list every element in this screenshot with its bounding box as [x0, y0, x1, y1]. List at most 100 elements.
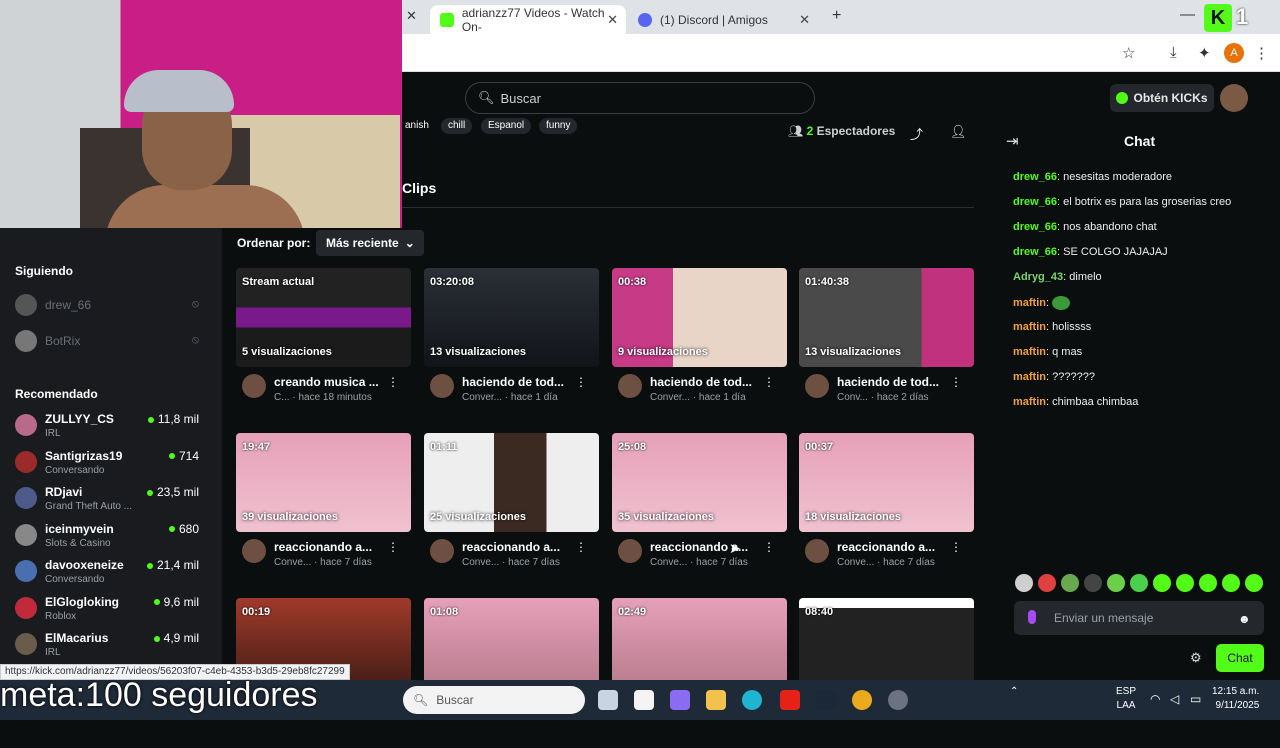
collapse-chat-icon[interactable]: ⇥	[1006, 132, 1019, 150]
volume-icon[interactable]: ◁	[1170, 692, 1179, 706]
new-tab-button[interactable]: +	[832, 7, 841, 25]
avatar[interactable]	[430, 539, 454, 563]
clip-title[interactable]: haciendo de tod...	[462, 375, 564, 389]
clip-card[interactable]: Stream actual 5 visualizaciones creando mu…	[236, 268, 411, 418]
steam-icon[interactable]	[816, 690, 836, 710]
menu-icon[interactable]: ⋮	[1254, 44, 1269, 62]
clip-category[interactable]: Conve...	[650, 557, 687, 568]
avatar[interactable]	[242, 539, 266, 563]
copilot-icon[interactable]	[670, 690, 690, 710]
avatar[interactable]	[805, 539, 829, 563]
avatar[interactable]	[430, 374, 454, 398]
clip-thumbnail[interactable]: 19:47 39 visualizaciones	[236, 433, 411, 532]
more-options-icon[interactable]: ⋮	[575, 540, 587, 554]
chat-username[interactable]: drew_66	[1013, 221, 1057, 233]
avatar[interactable]	[618, 374, 642, 398]
chat-username[interactable]: maftin	[1013, 371, 1046, 383]
send-chat-button[interactable]: Chat	[1216, 644, 1264, 672]
task-view-icon[interactable]	[598, 690, 618, 710]
clip-category[interactable]: Conve...	[462, 557, 499, 568]
clip-title[interactable]: haciendo de tod...	[837, 375, 939, 389]
emote-icon[interactable]	[1107, 574, 1125, 592]
wifi-icon[interactable]: ◠	[1150, 692, 1160, 706]
search-input[interactable]: 🔍︎ Buscar	[465, 82, 815, 114]
sidebar-item-recommended[interactable]: RDjavi Grand Theft Auto ... 23,5 mil	[15, 485, 205, 519]
profile-avatar[interactable]: A	[1224, 43, 1244, 63]
emote-icon[interactable]	[1176, 574, 1194, 592]
avatar[interactable]	[805, 374, 829, 398]
clip-card[interactable]: 00:37 18 visualizaciones reaccionando a...…	[799, 433, 974, 583]
share-icon[interactable]: ⤴	[910, 124, 923, 143]
close-tab-icon[interactable]: ✕	[406, 8, 417, 24]
clip-category[interactable]: Conv...	[837, 392, 868, 403]
clip-title[interactable]: haciendo de tod...	[650, 375, 752, 389]
clip-thumbnail[interactable]: 01:11 25 visualizaciones	[424, 433, 599, 532]
emote-icon[interactable]	[1222, 574, 1240, 592]
battery-icon[interactable]: ▭	[1190, 692, 1201, 706]
clip-title[interactable]: reaccionando a...	[274, 540, 372, 554]
extensions-icon[interactable]: ✦	[1198, 44, 1211, 62]
user-avatar[interactable]	[1220, 84, 1248, 112]
emote-icon[interactable]	[1130, 574, 1148, 592]
chat-username[interactable]: drew_66	[1013, 171, 1057, 183]
chat-username[interactable]: maftin	[1013, 396, 1046, 408]
clip-category[interactable]: Conver...	[650, 392, 690, 403]
avatar[interactable]	[242, 374, 266, 398]
tag-pill[interactable]: chill	[441, 118, 473, 134]
edge-icon[interactable]	[742, 690, 762, 710]
bookmark-star-icon[interactable]: ☆	[1122, 44, 1135, 62]
chat-username[interactable]: drew_66	[1013, 246, 1057, 258]
emote-icon[interactable]	[1199, 574, 1217, 592]
clip-title[interactable]: reaccionando a...	[462, 540, 560, 554]
obtain-kicks-button[interactable]: Obtén KICKs	[1110, 84, 1214, 112]
emote-icon[interactable]	[1153, 574, 1171, 592]
sidebar-item-recommended[interactable]: ElMacarius IRL 4,9 mil	[15, 631, 205, 665]
sidebar-item-recommended[interactable]: Santigrizas19 Conversando 714	[15, 449, 205, 483]
emote-icon[interactable]	[1015, 574, 1033, 592]
clip-category[interactable]: Conve...	[837, 557, 874, 568]
sidebar-item-following[interactable]: BotRix ⦸	[15, 328, 205, 362]
clip-card[interactable]: 03:20:08 13 visualizaciones haciendo de to…	[424, 268, 599, 418]
sort-dropdown[interactable]: Más reciente ⌄	[316, 230, 424, 256]
tag-pill[interactable]: funny	[539, 118, 578, 134]
emote-icon[interactable]	[1061, 574, 1079, 592]
avatar[interactable]	[618, 539, 642, 563]
chat-username[interactable]: maftin	[1013, 297, 1046, 309]
download-icon[interactable]: ⤓	[1170, 44, 1177, 61]
more-options-icon[interactable]: ⋮	[387, 375, 399, 389]
chat-username[interactable]: drew_66	[1013, 196, 1057, 208]
close-icon[interactable]: ✕	[607, 12, 618, 28]
tag-pill[interactable]: Espanol	[481, 118, 532, 134]
gear-icon[interactable]: ⚙	[1190, 650, 1202, 666]
clip-thumbnail[interactable]: 00:37 18 visualizaciones	[799, 433, 974, 532]
chat-username[interactable]: maftin	[1013, 321, 1046, 333]
more-options-icon[interactable]: ⋮	[387, 540, 399, 554]
mic-icon[interactable]	[1028, 610, 1036, 624]
clip-card[interactable]: 19:47 39 visualizaciones reaccionando a...…	[236, 433, 411, 583]
clip-thumbnail[interactable]: Stream actual 5 visualizaciones	[236, 268, 411, 367]
tab-discord[interactable]: (1) Discord | Amigos ✕	[628, 5, 818, 34]
clip-thumbnail[interactable]: 25:08 35 visualizaciones	[612, 433, 787, 532]
app-icon[interactable]	[888, 690, 908, 710]
sidebar-item-recommended[interactable]: iceinmyvein Slots & Casino 680	[15, 522, 205, 556]
emote-icon[interactable]	[1084, 574, 1102, 592]
emote-icon[interactable]	[1245, 574, 1263, 592]
sidebar-item-recommended[interactable]: ZULLYY_CS IRL 11,8 mil	[15, 412, 205, 446]
emote-icon[interactable]	[1038, 574, 1056, 592]
more-options-icon[interactable]: ⋮	[575, 375, 587, 389]
more-options-icon[interactable]: ⋮	[950, 540, 962, 554]
tag-pill[interactable]: anish	[398, 118, 436, 134]
follow-user-icon[interactable]: 👤︎	[950, 124, 967, 140]
sidebar-item-following[interactable]: drew_66 ⦸	[15, 292, 205, 326]
more-options-icon[interactable]: ⋮	[763, 540, 775, 554]
clip-title[interactable]: creando musica ...	[274, 375, 379, 389]
clip-category[interactable]: Conver...	[462, 392, 502, 403]
store-icon[interactable]	[634, 690, 654, 710]
clip-card[interactable]: 02:49	[612, 598, 787, 748]
close-icon[interactable]: ✕	[799, 12, 810, 28]
clip-card[interactable]: 01:08	[424, 598, 599, 748]
clip-card[interactable]: 08:40	[799, 598, 974, 748]
clip-card[interactable]: 00:38 9 visualizaciones haciendo de tod...…	[612, 268, 787, 418]
chat-username[interactable]: Adryg_43	[1013, 271, 1063, 283]
clip-thumbnail[interactable]: 01:40:38 13 visualizaciones	[799, 268, 974, 367]
